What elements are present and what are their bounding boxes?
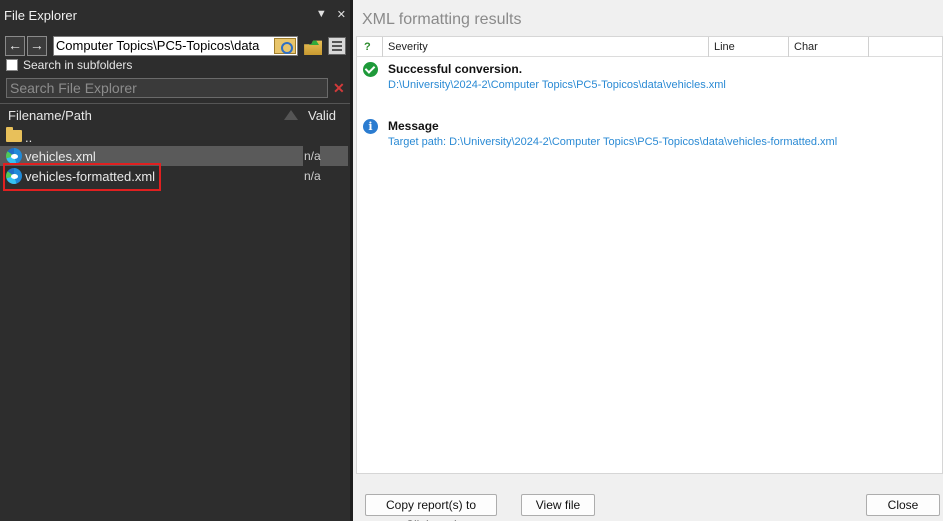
panel-title: File Explorer (4, 8, 77, 23)
file-explorer-panel: File Explorer ▼ ✕ ← → Computer Topics\PC… (0, 0, 350, 521)
clear-search-icon[interactable]: ✕ (333, 80, 345, 97)
file-valid-status: n/a (304, 149, 321, 163)
app-window: File Explorer ▼ ✕ ← → Computer Topics\PC… (0, 0, 943, 521)
info-icon: i (363, 119, 378, 134)
results-grid: ? Severity Line Char Successful conversi… (356, 36, 943, 474)
column-valid[interactable]: Valid (308, 108, 336, 123)
column-status[interactable]: ? (364, 41, 371, 53)
sort-indicator-icon (284, 110, 298, 120)
properties-icon[interactable] (328, 37, 346, 55)
view-file-button[interactable]: View file (521, 494, 595, 516)
file-name: .. (25, 130, 33, 145)
column-filename[interactable]: Filename/Path (8, 108, 92, 123)
back-button[interactable]: ← (5, 36, 25, 56)
file-name: vehicles.xml (25, 149, 96, 164)
column-line[interactable]: Line (714, 41, 735, 53)
result-detail: Target path: D:\University\2024-2\Comput… (388, 136, 838, 148)
result-detail: D:\University\2024-2\Computer Topics\PC5… (388, 79, 726, 91)
search-subfolders-option: Search in subfolders (6, 58, 132, 72)
path-text: Computer Topics\PC5-Topicos\data (55, 38, 260, 53)
results-grid-header: ? Severity Line Char (357, 37, 943, 57)
search-subfolders-checkbox[interactable] (6, 59, 18, 71)
highlight-annotation (3, 163, 161, 191)
forward-button[interactable]: → (26, 36, 47, 56)
panel-controls: ▼ ✕ (316, 8, 346, 21)
folder-icon (6, 127, 22, 142)
close-icon[interactable]: ✕ (337, 8, 346, 21)
result-title: Message (388, 119, 439, 133)
success-check-icon (363, 62, 378, 77)
navigation-bar: ← → Computer Topics\PC5-Topicos\data (5, 36, 346, 56)
copy-report-button[interactable]: Copy report(s) to Clipboard (365, 494, 497, 521)
column-char[interactable]: Char (794, 41, 818, 53)
result-title: Successful conversion. (388, 62, 523, 76)
results-panel: XML formatting results ? Severity Line C… (353, 0, 943, 521)
search-input[interactable]: Search File Explorer (6, 78, 328, 98)
search-subfolders-label: Search in subfolders (23, 58, 133, 72)
results-title: XML formatting results (362, 11, 522, 28)
file-valid-status: n/a (304, 169, 321, 183)
list-item-parent-folder[interactable]: .. (0, 127, 348, 147)
file-list-header: Filename/Path Valid (0, 103, 350, 125)
close-button[interactable]: Close (866, 494, 940, 516)
path-field[interactable]: Computer Topics\PC5-Topicos\data (52, 36, 299, 56)
column-severity[interactable]: Severity (388, 41, 428, 53)
folder-up-icon[interactable] (304, 40, 323, 55)
xml-file-icon (6, 148, 22, 164)
browse-folder-icon[interactable] (274, 38, 297, 54)
pin-dropdown-icon[interactable]: ▼ (316, 8, 327, 21)
